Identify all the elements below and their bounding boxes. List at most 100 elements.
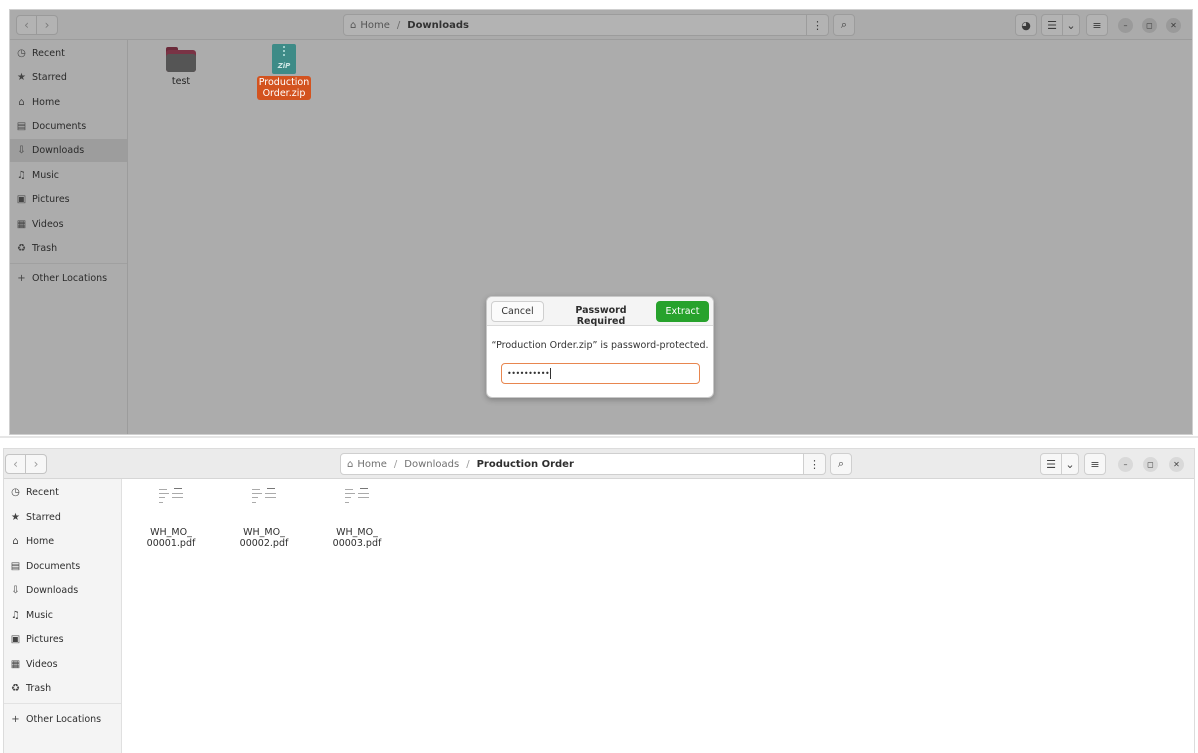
hamburger-menu-icon: ≡ [1090, 457, 1100, 471]
breadcrumb-home[interactable]: ⌂ Home [350, 20, 390, 31]
home-icon: ⌂ [18, 97, 25, 108]
maximize-button[interactable]: ◻ [1142, 18, 1157, 33]
document-icon: ▤ [10, 561, 21, 572]
star-icon: ★ [11, 512, 20, 523]
sidebar-item-home[interactable]: ⌂ Home [10, 91, 127, 114]
path-menu-button[interactable]: ⋮ [807, 14, 829, 36]
sidebar-item-home[interactable]: ⌂ Home [4, 530, 121, 553]
close-icon: ✕ [1173, 460, 1180, 469]
search-icon: ⌕ [840, 18, 848, 31]
sidebar: ◷ Recent ★ Starred ⌂ Home ▤ Documents ⇩ Downl… [4, 479, 122, 753]
sidebar-item-trash[interactable]: ♻ Trash [4, 677, 121, 700]
view-list-button[interactable]: ☰ [1041, 14, 1063, 36]
sidebar-item-music[interactable]: ♫ Music [10, 164, 127, 187]
file-name: WH_MO_ 00001.pdf [146, 527, 196, 549]
video-icon: ▦ [16, 219, 27, 230]
main-menu-button[interactable]: ≡ [1086, 14, 1108, 36]
file-manager-window-production-order: ‹ › ⌂ Home / Downloads / Production Orde… [3, 448, 1195, 753]
sidebar: ◷ Recent ★ Starred ⌂ Home ▤ Documents ⇩ Downl… [10, 40, 128, 434]
sidebar-item-documents[interactable]: ▤ Documents [10, 115, 127, 138]
sidebar-item-pictures[interactable]: ▣ Pictures [10, 188, 127, 211]
minimize-button[interactable]: – [1118, 18, 1133, 33]
maximize-button[interactable]: ◻ [1143, 457, 1158, 472]
search-icon: ⌕ [837, 457, 845, 470]
sidebar-item-recent[interactable]: ◷ Recent [10, 42, 127, 65]
file-view: WH_MO_ 00001.pdf WH_MO_ 00002.pdf WH_MO_… [122, 479, 1194, 753]
sidebar-item-downloads[interactable]: ⇩ Downloads [4, 579, 121, 602]
file-item-production-order-zip[interactable]: ZiP Production Order.zip [254, 44, 314, 100]
plus-icon: + [11, 714, 20, 725]
maximize-icon: ◻ [1146, 21, 1153, 30]
sidebar-item-recent[interactable]: ◷ Recent [4, 481, 121, 504]
file-name: WH_MO_ 00002.pdf [239, 527, 289, 549]
main-menu-button[interactable]: ≡ [1084, 453, 1106, 475]
music-icon: ♫ [11, 610, 20, 621]
sidebar-item-downloads[interactable]: ⇩ Downloads [10, 139, 127, 162]
sidebar-item-other-locations[interactable]: + Other Locations [4, 708, 121, 731]
view-options-button[interactable]: ⌄ [1063, 14, 1080, 36]
back-button[interactable]: ‹ [5, 454, 26, 474]
trash-icon: ♻ [17, 243, 26, 254]
password-input[interactable]: •••••••••• [501, 363, 700, 384]
clock-icon: ◷ [11, 487, 20, 498]
breadcrumb-downloads[interactable]: Downloads [407, 20, 469, 31]
sidebar-item-starred[interactable]: ★ Starred [4, 506, 121, 529]
sidebar-item-trash[interactable]: ♻ Trash [10, 237, 127, 260]
minimize-button[interactable]: – [1118, 457, 1133, 472]
file-item-pdf[interactable]: WH_MO_ 00001.pdf [141, 487, 201, 549]
breadcrumb: ⌂ Home / Downloads / Production Order [340, 453, 804, 475]
breadcrumb-separator: / [396, 19, 401, 31]
nav-buttons: ‹ › [16, 15, 58, 35]
file-item-test-folder[interactable]: test [151, 47, 211, 87]
hamburger-menu-icon: ≡ [1092, 18, 1102, 32]
chevron-right-icon: › [44, 18, 50, 32]
search-button[interactable]: ⌕ [830, 453, 852, 475]
sidebar-item-videos[interactable]: ▦ Videos [10, 213, 127, 236]
download-icon: ⇩ [11, 585, 20, 596]
operations-button[interactable]: ◕ [1015, 14, 1037, 36]
home-icon: ⌂ [350, 19, 357, 31]
chevron-left-icon: ‹ [13, 457, 18, 471]
sidebar-item-videos[interactable]: ▦ Videos [4, 653, 121, 676]
password-value: •••••••••• [507, 369, 550, 378]
file-item-pdf[interactable]: WH_MO_ 00002.pdf [234, 487, 294, 549]
picture-icon: ▣ [10, 634, 21, 645]
breadcrumb-production-order[interactable]: Production Order [477, 459, 574, 470]
pdf-thumbnail-icon [158, 487, 184, 507]
sidebar-item-starred[interactable]: ★ Starred [10, 66, 127, 89]
search-button[interactable]: ⌕ [833, 14, 855, 36]
sidebar-item-documents[interactable]: ▤ Documents [4, 555, 121, 578]
back-button[interactable]: ‹ [16, 15, 37, 35]
breadcrumb-home[interactable]: ⌂ Home [347, 459, 387, 470]
view-list-button[interactable]: ☰ [1040, 453, 1062, 475]
close-window-button[interactable]: ✕ [1169, 457, 1184, 472]
zip-archive-icon: ZiP [272, 44, 296, 74]
screenshot-divider [0, 436, 1198, 438]
sidebar-item-other-locations[interactable]: + Other Locations [10, 267, 127, 290]
sidebar-item-pictures[interactable]: ▣ Pictures [4, 628, 121, 651]
extract-button[interactable]: Extract [656, 301, 709, 322]
breadcrumb-separator: / [393, 458, 398, 470]
forward-button[interactable]: › [37, 15, 58, 35]
sidebar-separator [10, 263, 127, 264]
progress-pie-icon: ◕ [1021, 18, 1031, 32]
chevron-down-icon: ⌄ [1066, 18, 1076, 32]
sidebar-item-music[interactable]: ♫ Music [4, 604, 121, 627]
headerbar: ‹ › ⌂ Home / Downloads ⋮ ⌕ ◕ ☰ ⌄ ≡ – ◻ ✕ [10, 10, 1192, 40]
clock-icon: ◷ [17, 48, 26, 59]
star-icon: ★ [17, 72, 26, 83]
file-item-pdf[interactable]: WH_MO_ 00003.pdf [327, 487, 387, 549]
minimize-icon: – [1123, 21, 1128, 30]
breadcrumb-downloads[interactable]: Downloads [404, 459, 459, 470]
video-icon: ▦ [10, 659, 21, 670]
view-options-button[interactable]: ⌄ [1062, 453, 1079, 475]
minimize-icon: – [1123, 460, 1128, 469]
chevron-down-icon: ⌄ [1065, 457, 1075, 471]
picture-icon: ▣ [16, 194, 27, 205]
chevron-left-icon: ‹ [24, 18, 29, 32]
breadcrumb-separator: / [466, 458, 470, 470]
forward-button[interactable]: › [26, 454, 47, 474]
path-menu-button[interactable]: ⋮ [804, 453, 826, 475]
close-window-button[interactable]: ✕ [1166, 18, 1181, 33]
cancel-button[interactable]: Cancel [491, 301, 544, 322]
